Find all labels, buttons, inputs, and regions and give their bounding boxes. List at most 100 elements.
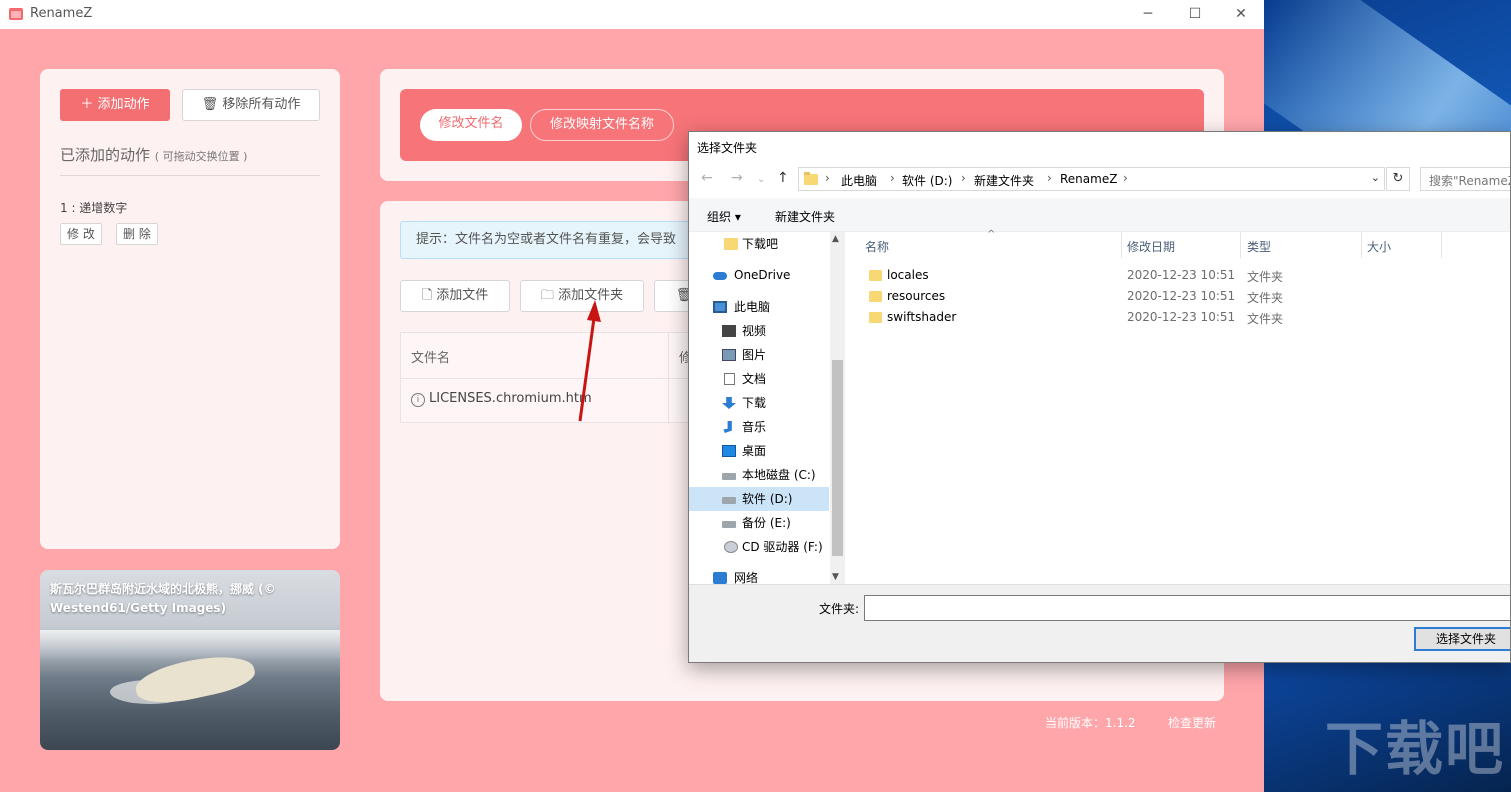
column-header-filename[interactable]: 文件名 xyxy=(411,347,450,366)
forward-arrow-icon[interactable]: → xyxy=(731,170,743,186)
select-folder-dialog: 选择文件夹 ← → ⌄ ↑ › 此电脑 › 软件 (D:) › 新建文件夹 › … xyxy=(688,131,1511,663)
nav-item-drive-e[interactable]: 备份 (E:) xyxy=(689,511,829,535)
folder-icon xyxy=(869,291,882,302)
file-modified: 2020-12-23 10:51 xyxy=(1127,310,1236,324)
photo-wave xyxy=(40,630,340,660)
back-arrow-icon[interactable]: ← xyxy=(701,170,713,186)
nav-item-onedrive[interactable]: OneDrive xyxy=(689,263,829,287)
tab-rename-mapping[interactable]: 修改映射文件名称 xyxy=(530,109,674,141)
nav-item-label: 备份 (E:) xyxy=(742,516,791,530)
list-item[interactable]: resources 2020-12-23 10:51 文件夹 xyxy=(845,286,1510,307)
nav-item-drive-f[interactable]: CD 驱动器 (F:) xyxy=(689,535,829,559)
recent-locations-icon[interactable]: ⌄ xyxy=(757,174,765,185)
nav-item-label: 本地磁盘 (C:) xyxy=(742,468,816,482)
file-type: 文件夹 xyxy=(1247,291,1284,305)
folder-icon xyxy=(724,238,738,250)
actions-hint: ( 可拖动交换位置 ) xyxy=(154,150,248,163)
nav-item-downloads[interactable]: 下载 xyxy=(689,391,829,415)
new-folder-button[interactable]: 新建文件夹 xyxy=(775,208,835,225)
nav-item-label: 下载 xyxy=(742,396,767,410)
file-modified: 2020-12-23 10:51 xyxy=(1127,289,1236,303)
breadcrumb-separator-icon[interactable]: › xyxy=(890,171,895,185)
photo-caption: 斯瓦尔巴群岛附近水域的北极熊，挪威 (© Westend61/Getty Ima… xyxy=(50,582,276,615)
column-divider[interactable] xyxy=(1361,232,1362,258)
nav-item-label: 视频 xyxy=(742,324,767,338)
scroll-down-icon[interactable]: ▼ xyxy=(832,572,839,582)
action-item[interactable]: 1 : 递增数字 xyxy=(60,199,127,216)
address-bar[interactable]: › 此电脑 › 软件 (D:) › 新建文件夹 › RenameZ › ⌄ xyxy=(798,167,1385,191)
breadcrumb-separator-icon[interactable]: › xyxy=(961,171,966,185)
file-list: ^ 名称 修改日期 类型 大小 locales 2020-12-23 10:51… xyxy=(845,229,1510,584)
nav-item-this-pc[interactable]: 此电脑 xyxy=(689,295,829,319)
minimize-button[interactable]: ─ xyxy=(1128,2,1168,26)
breadcrumb-new-folder[interactable]: 新建文件夹 xyxy=(974,172,1034,189)
column-header-size[interactable]: 大小 xyxy=(1367,238,1391,255)
nav-item-drive-d[interactable]: 软件 (D:) xyxy=(689,487,829,511)
check-update-link[interactable]: 检查更新 xyxy=(1168,714,1216,731)
scroll-up-icon[interactable]: ▲ xyxy=(832,234,839,244)
column-header-name[interactable]: 名称 xyxy=(865,238,889,255)
wallpaper-photo: 斯瓦尔巴群岛附近水域的北极熊，挪威 (© Westend61/Getty Ima… xyxy=(40,570,340,750)
breadcrumb-separator-icon[interactable]: › xyxy=(1123,171,1128,185)
up-arrow-icon[interactable]: ↑ xyxy=(777,170,789,186)
breadcrumb-separator-icon[interactable]: › xyxy=(825,171,830,185)
actions-title: 已添加的动作 ( 可拖动交换位置 ) xyxy=(60,144,247,165)
nav-scrollbar[interactable]: ▲ ▼ xyxy=(830,232,845,584)
delete-action-button[interactable]: 删 除 xyxy=(116,223,158,245)
refresh-icon[interactable]: ↻ xyxy=(1386,167,1410,191)
file-modified: 2020-12-23 10:51 xyxy=(1127,268,1236,282)
edit-action-button[interactable]: 修 改 xyxy=(60,223,102,245)
list-item[interactable]: locales 2020-12-23 10:51 文件夹 xyxy=(845,265,1510,286)
folder-name-input[interactable] xyxy=(864,595,1510,621)
nav-item-music[interactable]: 音乐 xyxy=(689,415,829,439)
folder-icon xyxy=(804,172,818,185)
file-type: 文件夹 xyxy=(1247,270,1284,284)
tab-rename-files[interactable]: 修改文件名 xyxy=(420,109,522,141)
remove-all-label: 移除所有动作 xyxy=(222,97,301,112)
chevron-down-icon[interactable]: ⌄ xyxy=(1371,171,1380,184)
column-divider[interactable] xyxy=(1441,232,1442,258)
column-divider[interactable] xyxy=(1121,232,1122,258)
dialog-toolbar: 组织 ▾ 新建文件夹 xyxy=(689,198,1510,232)
plus-icon: ＋ xyxy=(80,97,98,112)
breadcrumb-drive-d[interactable]: 软件 (D:) xyxy=(902,172,952,189)
table-row[interactable]: i LICENSES.chromium.htm xyxy=(411,391,592,407)
add-file-label: 添加文件 xyxy=(436,288,489,303)
remove-all-actions-button[interactable]: 🗑 移除所有动作 xyxy=(182,89,320,121)
nav-item-label: 桌面 xyxy=(742,444,767,458)
nav-item-documents[interactable]: 文档 xyxy=(689,367,829,391)
nav-item-drive-c[interactable]: 本地磁盘 (C:) xyxy=(689,463,829,487)
actions-panel: ＋ 添加动作 🗑 移除所有动作 已添加的动作 ( 可拖动交换位置 ) 1 : 递… xyxy=(40,69,340,549)
nav-item-pictures[interactable]: 图片 xyxy=(689,343,829,367)
select-folder-button[interactable]: 选择文件夹 xyxy=(1414,627,1510,651)
organize-button[interactable]: 组织 ▾ xyxy=(707,208,741,225)
column-divider[interactable] xyxy=(1240,232,1241,258)
close-button[interactable]: ✕ xyxy=(1221,2,1261,26)
breadcrumb-this-pc[interactable]: 此电脑 xyxy=(841,172,877,189)
file-type: 文件夹 xyxy=(1247,312,1284,326)
nav-item-label: 音乐 xyxy=(742,420,767,434)
file-name: swiftshader xyxy=(887,310,957,324)
breadcrumb-renamez[interactable]: RenameZ xyxy=(1060,172,1117,186)
maximize-button[interactable]: ☐ xyxy=(1175,2,1215,26)
nav-item-desktop[interactable]: 桌面 xyxy=(689,439,829,463)
app-title: RenameZ xyxy=(30,6,93,21)
column-header-type[interactable]: 类型 xyxy=(1247,238,1271,255)
network-icon xyxy=(713,572,727,584)
cd-drive-icon xyxy=(724,541,738,553)
add-action-label: 添加动作 xyxy=(97,97,150,112)
breadcrumb-separator-icon[interactable]: › xyxy=(1047,171,1052,185)
add-file-button[interactable]: 🗋 添加文件 xyxy=(400,280,510,312)
app-logo-icon xyxy=(9,8,23,20)
column-header-modified[interactable]: 修改日期 xyxy=(1127,238,1175,255)
list-item[interactable]: swiftshader 2020-12-23 10:51 文件夹 xyxy=(845,307,1510,328)
nav-item-downloadba[interactable]: 下载吧 xyxy=(689,232,829,256)
search-input[interactable]: 搜索"RenameZ" xyxy=(1420,167,1510,191)
nav-item-videos[interactable]: 视频 xyxy=(689,319,829,343)
computer-icon xyxy=(713,301,727,313)
add-folder-button[interactable]: 🗀 添加文件夹 xyxy=(520,280,644,312)
add-action-button[interactable]: ＋ 添加动作 xyxy=(60,89,170,121)
scrollbar-thumb[interactable] xyxy=(832,360,843,556)
nav-item-label: OneDrive xyxy=(734,268,791,282)
nav-item-label: 图片 xyxy=(742,348,767,362)
